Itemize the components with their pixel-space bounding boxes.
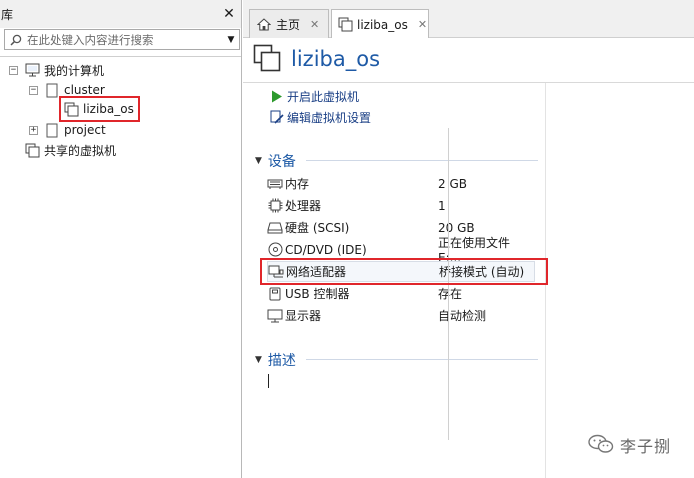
devices-section-title: 设备 [267, 154, 296, 170]
description-section-title: 描述 [267, 353, 296, 369]
device-value: 自动检测 [438, 309, 487, 323]
power-on-label: 开启此虚拟机 [287, 89, 360, 104]
device-row-network-adapter[interactable]: 网络适配器 桥接模式 (自动) [267, 261, 535, 282]
library-header: 库 ✕ [0, 0, 241, 28]
device-value: 2 GB [438, 176, 467, 191]
tab-label: liziba_os [357, 17, 408, 32]
library-panel: 库 ✕ ▼ − 我的计算机 − cluster liziba_os + p [0, 0, 242, 478]
tree-item-label: liziba_os [83, 102, 134, 116]
right-edge-line [448, 128, 449, 440]
device-name: 内存 [285, 177, 310, 191]
close-icon[interactable]: ✕ [418, 18, 427, 31]
collapse-icon[interactable]: − [29, 85, 38, 95]
tab-liziba-os[interactable]: liziba_os ✕ [331, 9, 429, 39]
library-search-box[interactable]: ▼ [4, 29, 240, 50]
folder-icon [44, 122, 60, 138]
device-row-memory[interactable]: 内存 2 GB [267, 173, 535, 194]
device-value: 桥接模式 (自动) [439, 265, 525, 279]
tree-item-project[interactable]: + project [29, 120, 106, 140]
description-section-header[interactable]: ▼ 描述 [255, 350, 296, 370]
tree-item-label: cluster [64, 83, 105, 97]
collapse-section-icon[interactable]: ▼ [255, 355, 262, 365]
edit-settings-label: 编辑虚拟机设置 [287, 110, 372, 125]
tab-home[interactable]: 主页 ✕ [249, 9, 329, 38]
devices-section-header[interactable]: ▼ 设备 [255, 151, 296, 171]
folder-icon [44, 82, 60, 98]
right-details-column [545, 83, 694, 478]
section-divider [306, 359, 538, 360]
expand-icon[interactable]: + [29, 125, 38, 135]
device-name: 网络适配器 [286, 265, 347, 279]
device-value: 1 [438, 198, 446, 213]
tree-item-my-computer[interactable]: − 我的计算机 [9, 60, 104, 80]
edit-settings-button[interactable]: 编辑虚拟机设置 [269, 108, 371, 126]
edit-settings-icon [269, 109, 285, 125]
home-icon [256, 16, 272, 32]
collapse-icon[interactable]: − [9, 65, 18, 75]
description-text-cursor[interactable] [268, 374, 269, 388]
library-title: 库 [1, 7, 14, 22]
tree-item-label: project [64, 123, 106, 137]
device-name: USB 控制器 [285, 287, 350, 301]
section-divider [306, 160, 538, 161]
play-icon [269, 88, 285, 104]
close-icon[interactable]: ✕ [310, 18, 319, 31]
network-adapter-icon [268, 264, 284, 280]
device-row-monitor[interactable]: 显示器 自动检测 [267, 305, 535, 326]
collapse-section-icon[interactable]: ▼ [255, 156, 262, 166]
memory-icon [267, 176, 283, 192]
tree-item-label: 共享的虚拟机 [44, 143, 117, 158]
device-name: 硬盘 (SCSI) [285, 221, 350, 235]
watermark: 李子捌 [588, 433, 671, 457]
watermark-text: 李子捌 [620, 437, 672, 456]
power-on-button[interactable]: 开启此虚拟机 [269, 87, 359, 105]
cpu-icon [267, 198, 283, 214]
page-title: liziba_os [291, 47, 381, 71]
vm-icon [63, 101, 79, 117]
device-name: CD/DVD (IDE) [285, 242, 367, 257]
monitor-icon [267, 308, 283, 324]
vm-large-icon [253, 44, 281, 75]
usb-icon [267, 286, 283, 302]
cd-dvd-icon [267, 242, 283, 258]
device-name: 处理器 [285, 199, 322, 213]
library-close-icon[interactable]: ✕ [221, 6, 237, 22]
search-input[interactable] [27, 32, 223, 47]
device-row-usb[interactable]: USB 控制器 存在 [267, 283, 535, 304]
wechat-icon [588, 434, 614, 457]
library-separator [0, 56, 241, 57]
tree-item-vm-liziba-os[interactable]: liziba_os [63, 99, 134, 119]
device-value: 存在 [438, 287, 463, 301]
shared-vm-icon [24, 142, 40, 158]
harddisk-icon [267, 220, 283, 236]
device-row-processor[interactable]: 处理器 1 [267, 195, 535, 216]
tree-item-label: 我的计算机 [44, 63, 105, 78]
device-value: 20 GB [438, 220, 475, 235]
vm-summary-panel: liziba_os 开启此虚拟机 编辑虚拟机设置 ▼ 设备 内存 2 GB 处理… [243, 38, 694, 478]
computer-icon [24, 62, 40, 78]
search-icon [5, 34, 27, 46]
tree-item-shared-vms[interactable]: 共享的虚拟机 [24, 140, 116, 160]
vm-header: liziba_os [253, 43, 380, 75]
vm-icon [338, 17, 353, 33]
search-dropdown-icon[interactable]: ▼ [223, 35, 239, 45]
device-name: 显示器 [285, 309, 322, 323]
device-row-cd-dvd[interactable]: CD/DVD (IDE) 正在使用文件 E:... [267, 236, 535, 265]
tree-item-cluster[interactable]: − cluster [29, 80, 105, 100]
tab-label: 主页 [276, 17, 301, 32]
tab-bar: 主页 ✕ liziba_os ✕ [243, 0, 694, 39]
